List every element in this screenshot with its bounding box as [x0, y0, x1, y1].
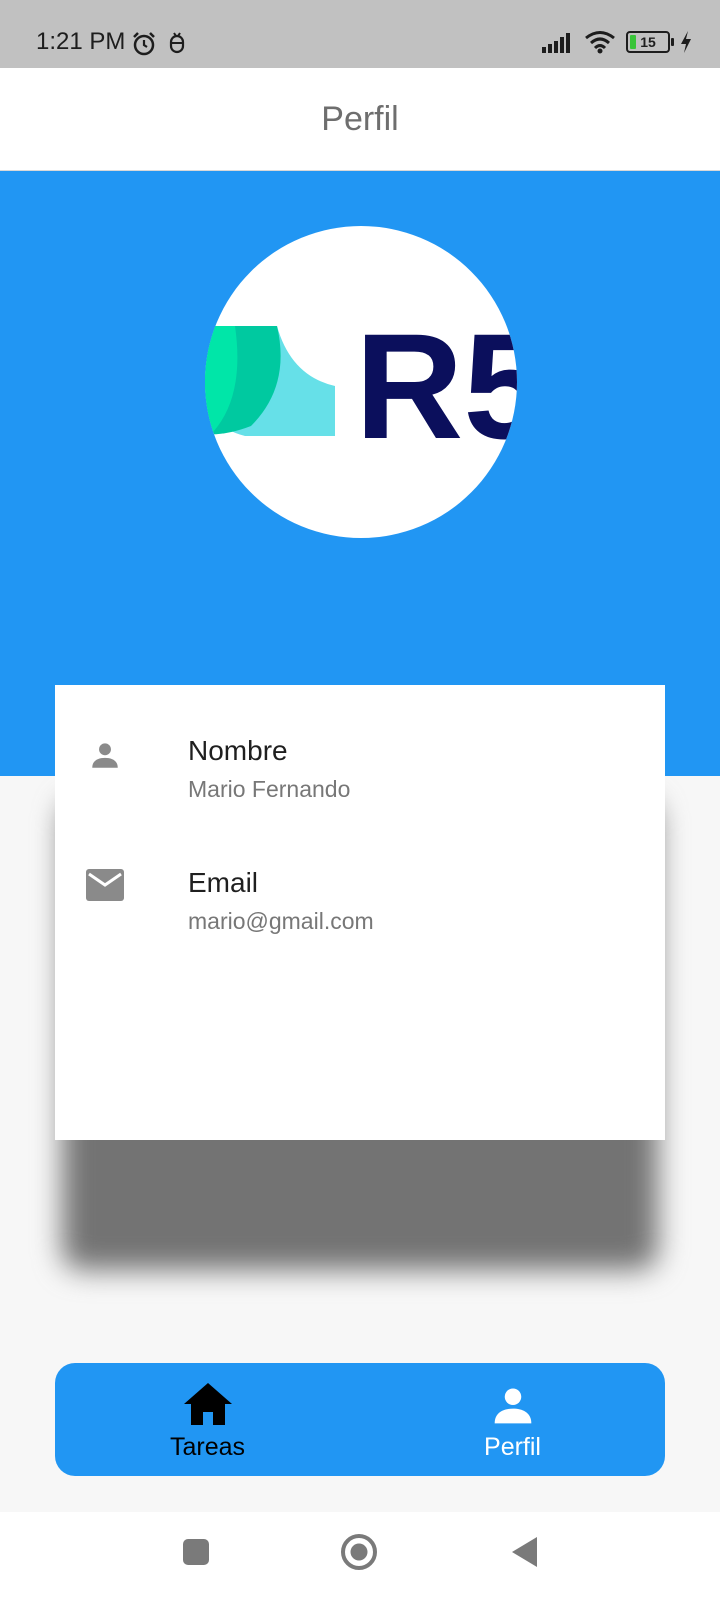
wifi-icon	[585, 31, 615, 54]
battery-level: 15	[640, 34, 656, 50]
r5-logo: R5	[205, 302, 517, 470]
email-icon	[86, 869, 124, 901]
system-nav-bar	[0, 1512, 720, 1600]
status-time: 1:21 PM	[36, 28, 126, 55]
email-label: Email	[188, 867, 259, 898]
nav-label-tareas: Tareas	[169, 1433, 246, 1461]
status-bar: 1:21 PM 15	[0, 0, 720, 68]
email-value: mario@gmail.com	[188, 908, 374, 934]
charging-icon	[681, 31, 691, 53]
page-title: Perfil	[321, 99, 399, 138]
home-icon	[183, 1383, 232, 1425]
recents-icon[interactable]	[182, 1538, 210, 1566]
signal-icon	[542, 33, 570, 53]
home-circle-icon[interactable]	[340, 1533, 378, 1571]
avatar-logo-text: R5	[355, 302, 517, 470]
back-icon[interactable]	[510, 1536, 538, 1568]
name-value: Mario Fernando	[188, 776, 351, 802]
nav-label-perfil: Perfil	[484, 1433, 541, 1461]
person-icon	[92, 743, 118, 768]
nav-item-perfil[interactable]: Perfil	[360, 1363, 665, 1476]
debug-icon	[169, 32, 185, 54]
person-icon	[494, 1388, 531, 1424]
bottom-nav: Tareas Perfil	[55, 1363, 665, 1476]
name-label: Nombre	[188, 735, 288, 766]
nav-item-tareas[interactable]: Tareas	[55, 1363, 360, 1476]
battery-icon: 15	[626, 31, 674, 53]
app-bar: Perfil	[0, 68, 720, 171]
status-right-group: 15	[542, 30, 692, 54]
alarm-icon	[133, 32, 155, 56]
profile-card: Nombre Mario Fernando Email mario@gmail.…	[55, 685, 665, 1140]
avatar: R5	[205, 226, 517, 538]
